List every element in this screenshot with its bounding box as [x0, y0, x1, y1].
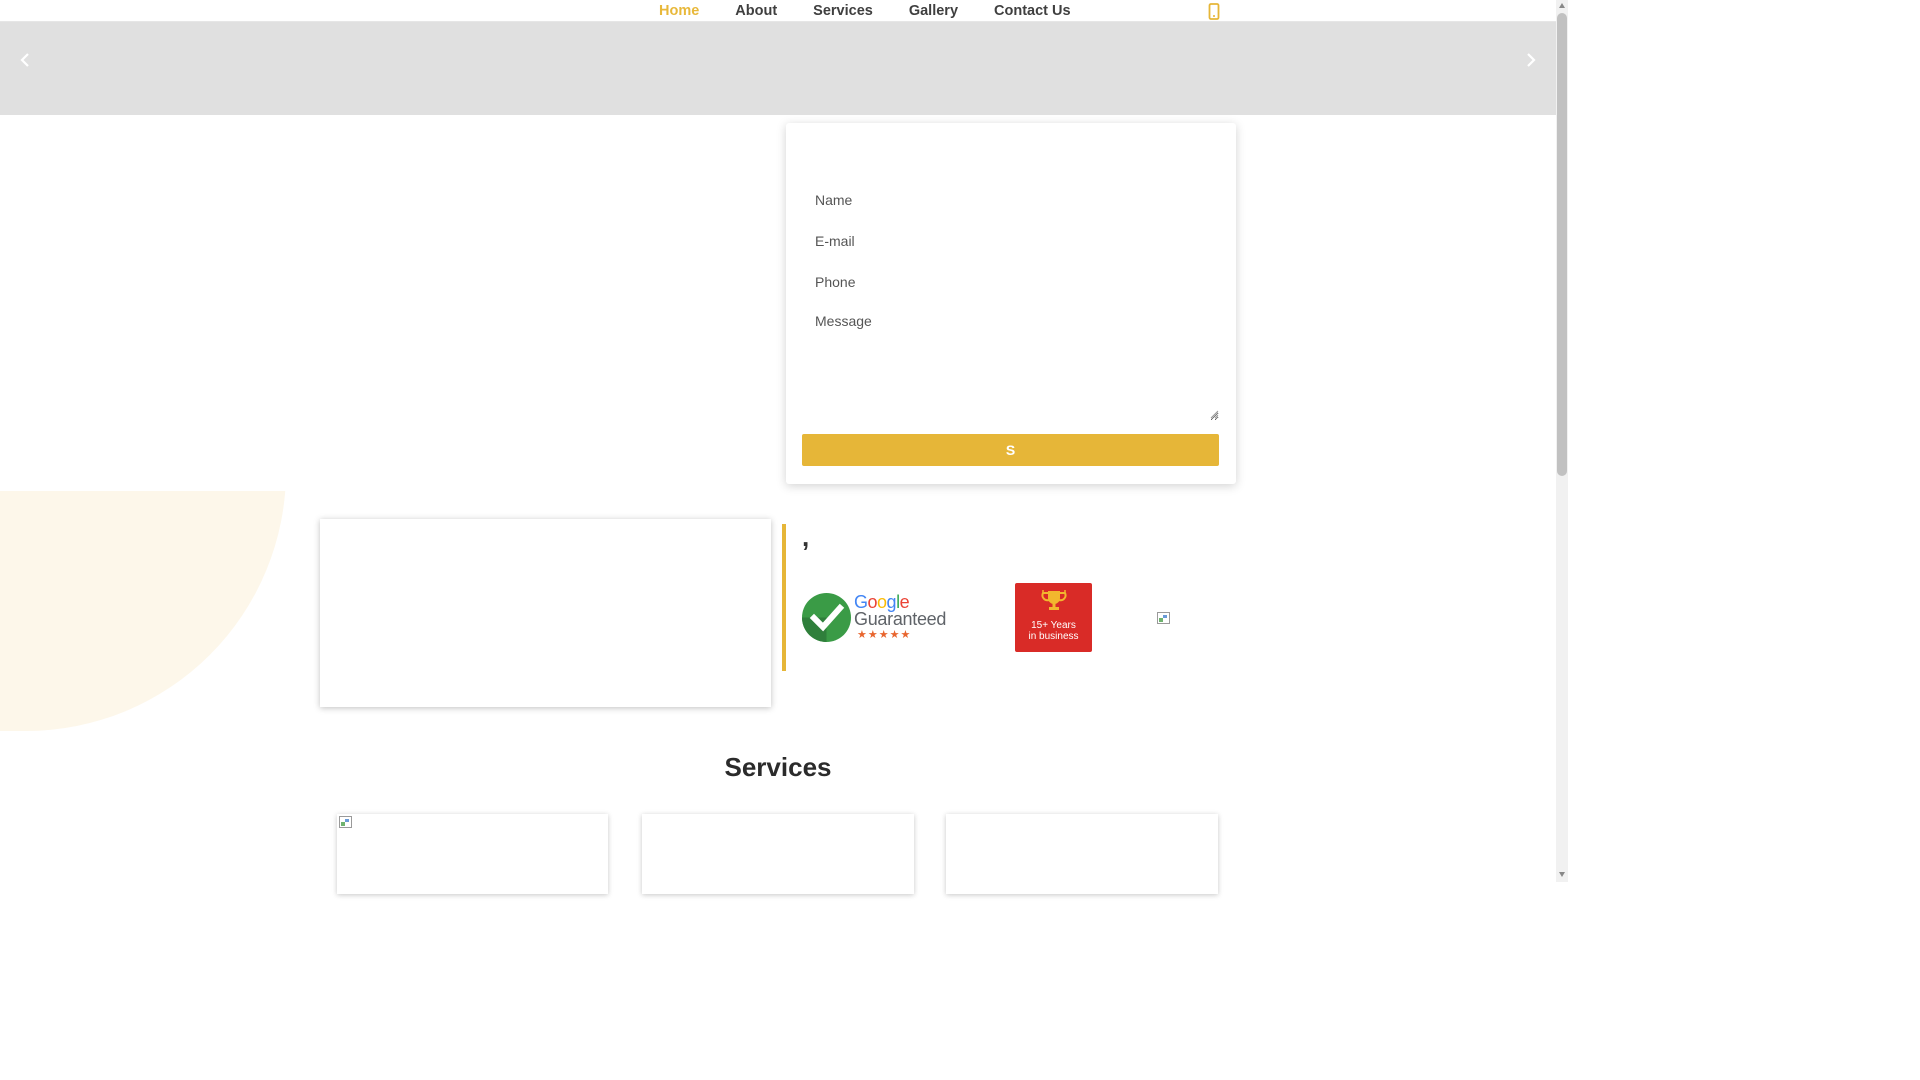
in-business-label: in business [1028, 631, 1079, 642]
resize-grip-icon[interactable] [1210, 410, 1219, 419]
slider-prev-button[interactable] [13, 48, 37, 72]
broken-image-icon [339, 816, 352, 828]
message-field[interactable] [802, 311, 1219, 421]
service-card[interactable] [946, 814, 1218, 894]
broken-image-icon [1157, 612, 1170, 624]
top-nav: Home About Services Gallery Contact Us [0, 0, 1556, 22]
nav-services[interactable]: Services [795, 0, 891, 22]
submit-button[interactable]: S [802, 434, 1219, 466]
mobile-phone-icon[interactable] [1207, 3, 1221, 20]
decorative-shape [0, 491, 286, 731]
guaranteed-label: Guaranteed [854, 609, 947, 629]
nav-contact-us[interactable]: Contact Us [976, 0, 1089, 22]
chevron-right-icon [1527, 53, 1536, 67]
checkmark-icon [802, 603, 845, 642]
trophy-icon [1041, 590, 1067, 610]
nav-gallery[interactable]: Gallery [891, 0, 976, 22]
name-field[interactable] [802, 183, 1219, 217]
slider-next-button[interactable] [1519, 48, 1543, 72]
decorative-quarter-circle [0, 491, 286, 731]
services-heading: Services [724, 752, 832, 782]
nav-about[interactable]: About [717, 0, 795, 22]
service-card[interactable] [337, 814, 608, 894]
check-circle-icon [802, 593, 851, 642]
quote-accent-bar [782, 524, 786, 671]
page-scrollbar[interactable] [1556, 0, 1568, 882]
star-rating: ★★★★★ [857, 629, 912, 641]
media-box[interactable] [320, 519, 771, 707]
google-guaranteed-badge: Google Guaranteed ★★★★★ [802, 590, 952, 644]
scroll-down-icon[interactable] [1559, 872, 1565, 877]
email-field[interactable] [802, 224, 1219, 258]
nav-home[interactable]: Home [641, 0, 717, 22]
scrollbar-thumb[interactable] [1557, 13, 1567, 476]
service-card[interactable] [642, 814, 914, 894]
phone-field[interactable] [802, 265, 1219, 299]
contact-form: S [786, 123, 1236, 484]
chevron-left-icon [20, 53, 29, 67]
scroll-up-icon[interactable] [1559, 3, 1565, 8]
quote-mark: , [802, 522, 810, 552]
years-in-business-badge: 15+ Years in business [1015, 583, 1092, 652]
main-menu: Home About Services Gallery Contact Us [641, 0, 1089, 22]
hero-slider [0, 22, 1556, 115]
